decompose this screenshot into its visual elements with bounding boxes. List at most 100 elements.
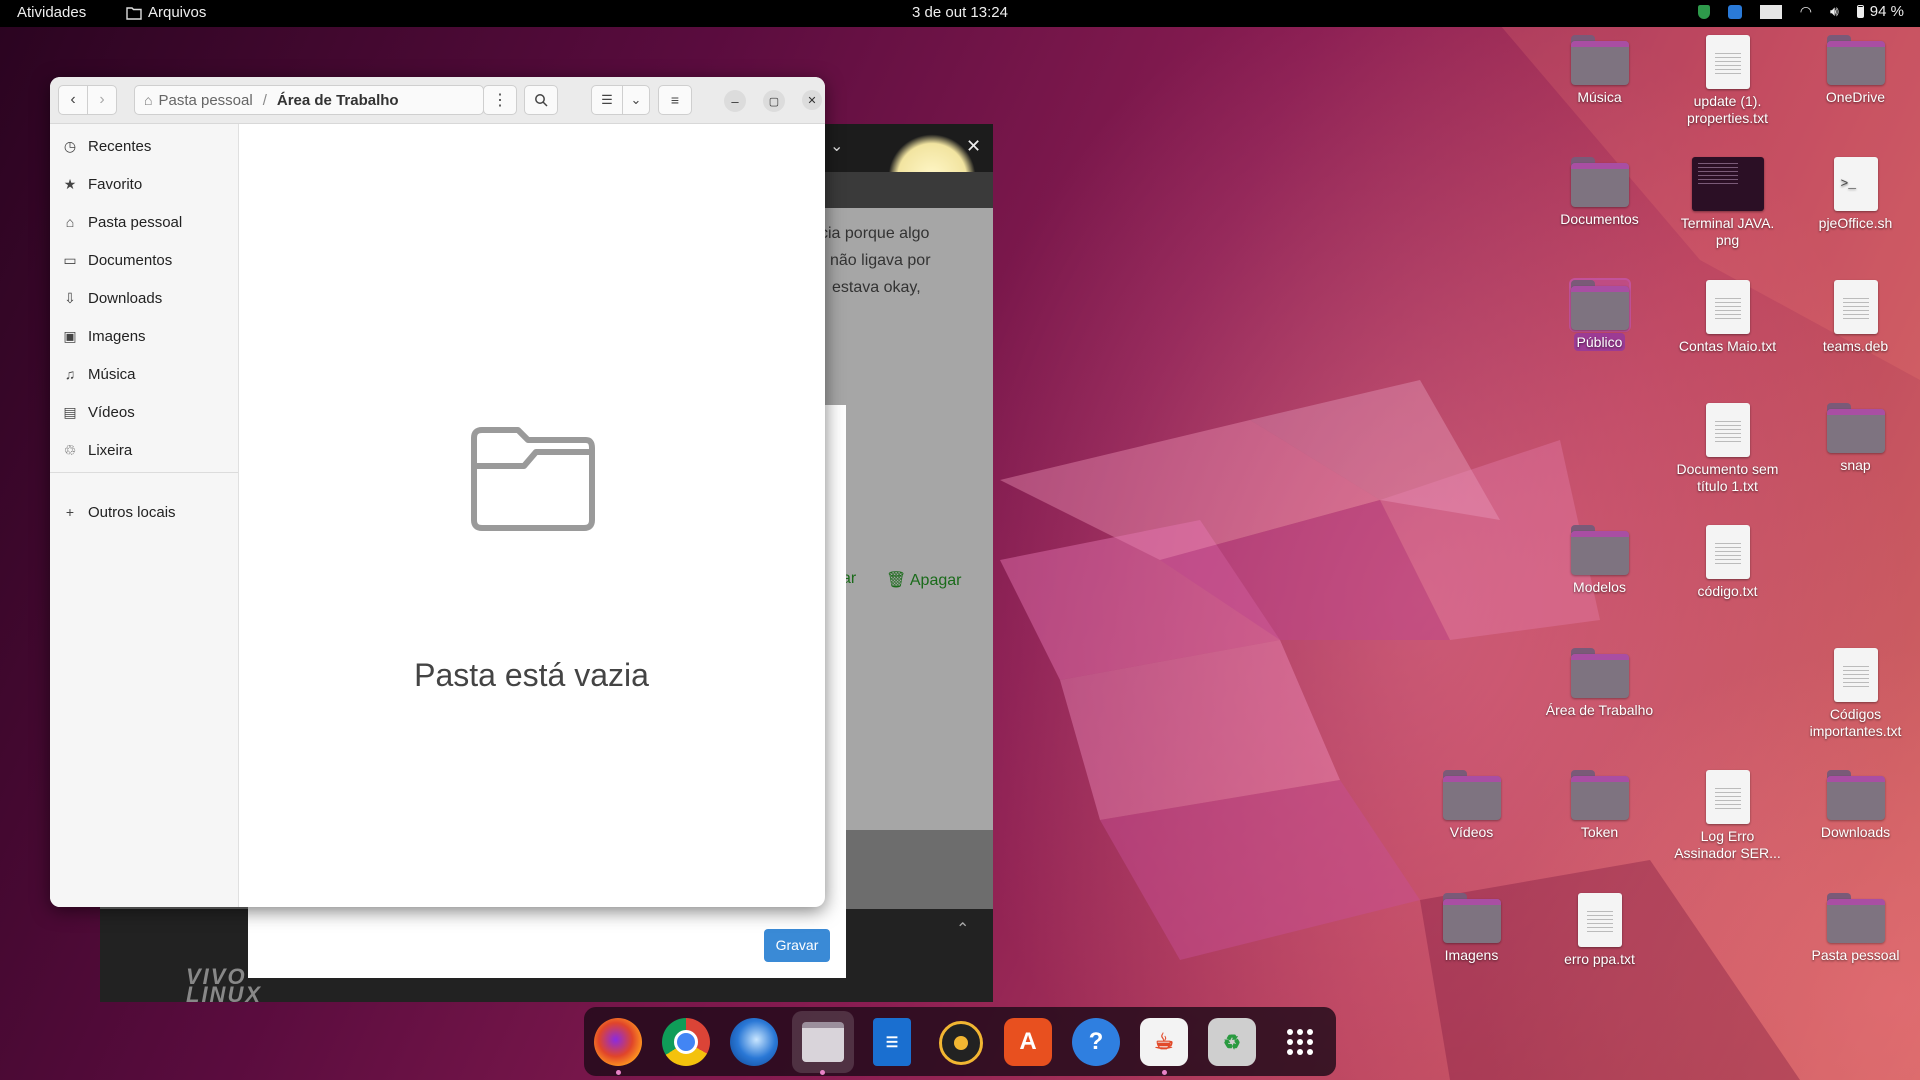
system-tray[interactable]: ◠ 🔊︎ 94 % xyxy=(1697,3,1904,20)
minimize-button[interactable]: – xyxy=(724,90,746,112)
main-menu-button[interactable]: ≡ xyxy=(658,85,692,115)
dock-thunderbird[interactable] xyxy=(730,1018,778,1066)
dock-show-apps[interactable] xyxy=(1276,1018,1324,1066)
desktop-icon[interactable]: Área de Trabalho xyxy=(1537,648,1662,719)
folder-icon xyxy=(1568,278,1631,332)
delete-link[interactable]: 🗑︎ Apagar xyxy=(886,570,961,590)
text-file-icon xyxy=(1705,403,1750,457)
dock-trash[interactable]: ♻︎ xyxy=(1208,1018,1256,1066)
desktop-icon[interactable]: Token xyxy=(1537,770,1662,841)
desktop-icon[interactable]: Música xyxy=(1537,35,1662,106)
save-button[interactable]: Gravar xyxy=(764,929,830,962)
back-button[interactable]: ‹ xyxy=(58,85,88,115)
kebab-menu-icon: ⋮ xyxy=(492,92,508,109)
desktop-icon[interactable]: teams.deb xyxy=(1793,280,1918,355)
sidebar-item-lixeira[interactable]: ♲ Lixeira xyxy=(62,438,132,462)
folder-icon xyxy=(1570,648,1629,698)
sidebar-item-recentes[interactable]: ◷ Recentes xyxy=(62,134,151,158)
sidebar-item-downloads[interactable]: ⇩ Downloads xyxy=(62,286,162,310)
text-file-icon xyxy=(1833,648,1878,702)
maximize-button[interactable]: ▢ xyxy=(763,90,785,112)
path-menu-button[interactable]: ⋮ xyxy=(483,85,517,115)
empty-folder-message: Pasta está vazia xyxy=(414,657,649,693)
desktop-icon[interactable]: Códigos importantes.txt xyxy=(1793,648,1918,740)
battery-level: 94 % xyxy=(1869,3,1904,20)
desktop-icon-label: Terminal JAVA. png xyxy=(1680,215,1775,248)
desktop-icon[interactable]: Documento sem título 1.txt xyxy=(1665,403,1790,495)
sidebar-item-label: Lixeira xyxy=(88,441,133,459)
desktop-icon[interactable]: Pasta pessoal xyxy=(1793,893,1918,964)
empty-folder-icon xyxy=(471,427,595,531)
dock-java[interactable]: ☕︎ xyxy=(1140,1018,1188,1066)
app-indicator-icon[interactable] xyxy=(1727,4,1742,19)
sidebar-item-música[interactable]: ♫ Música xyxy=(62,362,136,386)
desktop-icon[interactable]: erro ppa.txt xyxy=(1537,893,1662,968)
dock-help[interactable]: ? xyxy=(1072,1018,1120,1066)
dock-rhythmbox[interactable] xyxy=(939,1021,983,1065)
sidebar-item-other-locations[interactable]: + Outros locais xyxy=(62,500,176,524)
desktop-icon[interactable]: Documentos xyxy=(1537,157,1662,228)
desktop-icon[interactable]: OneDrive xyxy=(1793,35,1918,106)
keyboard-icon[interactable] xyxy=(1759,4,1782,19)
grid-icon xyxy=(1287,1029,1313,1055)
desktop-icon[interactable]: Público xyxy=(1537,278,1662,351)
desktop-icon[interactable]: update (1). properties.txt xyxy=(1665,35,1790,127)
desktop-icon[interactable]: Vídeos xyxy=(1409,770,1534,841)
desktop-icon-label: erro ppa.txt xyxy=(1564,951,1635,967)
desktop-icon-label: pjeOffice.sh xyxy=(1818,215,1893,231)
desktop-icon[interactable]: código.txt xyxy=(1665,525,1790,600)
folder-icon xyxy=(1570,770,1629,820)
close-button[interactable]: ✕ xyxy=(802,90,822,110)
desktop-icon[interactable]: Contas Maio.txt xyxy=(1665,280,1790,355)
dock-chrome[interactable] xyxy=(662,1018,710,1066)
view-list-button[interactable]: ☰ xyxy=(591,85,623,115)
chevron-down-icon: ⌄ xyxy=(630,92,642,107)
sidebar-item-favorito[interactable]: ★ Favorito xyxy=(62,172,142,196)
desktop-icon-label: Pasta pessoal xyxy=(1811,947,1900,963)
forward-button[interactable]: › xyxy=(87,85,117,115)
sidebar-item-documentos[interactable]: ▭ Documentos xyxy=(62,248,172,272)
chevron-up-icon[interactable]: ⌃ xyxy=(956,919,969,939)
logo-line-2: LINUX xyxy=(186,982,262,1007)
dock-firefox[interactable] xyxy=(594,1018,642,1066)
sidebar-item-imagens[interactable]: ▣ Imagens xyxy=(62,324,146,348)
clock[interactable]: 3 de out 13:24 xyxy=(0,4,1920,21)
desktop-icon[interactable]: snap xyxy=(1793,403,1918,474)
dock-software[interactable]: A xyxy=(1004,1018,1052,1066)
sidebar-item-label: Recentes xyxy=(88,137,152,155)
desktop-icon-label: Vídeos xyxy=(1449,824,1494,840)
hamburger-menu-icon: ≡ xyxy=(670,92,680,108)
volume-icon[interactable]: 🔊︎ xyxy=(1830,3,1839,20)
breadcrumb: ⌂ Pasta pessoal / Área de Trabalho xyxy=(134,85,484,115)
desktop-icon[interactable]: Modelos xyxy=(1537,525,1662,596)
chevron-down-icon[interactable]: ⌄ xyxy=(830,136,843,156)
breadcrumb-current[interactable]: Área de Trabalho xyxy=(277,92,399,109)
sidebar-item-pasta-pessoal[interactable]: ⌂ Pasta pessoal xyxy=(62,210,182,234)
clock-icon: ◷ xyxy=(63,137,77,154)
running-indicator xyxy=(1162,1070,1167,1075)
close-icon[interactable]: ✕ xyxy=(966,136,981,157)
dock-files[interactable] xyxy=(792,1011,854,1073)
sidebar-item-label: Vídeos xyxy=(88,403,135,421)
wifi-icon[interactable]: ◠ xyxy=(1800,3,1812,20)
folder-icon xyxy=(1570,157,1629,207)
dock-writer[interactable]: ☰ xyxy=(873,1018,911,1066)
desktop-icon[interactable]: Log Erro Assinador SER... xyxy=(1665,770,1790,862)
search-button[interactable] xyxy=(524,85,558,115)
view-options-button[interactable]: ⌄ xyxy=(622,85,650,115)
breadcrumb-home[interactable]: Pasta pessoal xyxy=(158,92,252,109)
desktop-icon-label: Música xyxy=(1577,89,1622,105)
trash-icon: 🗑︎ xyxy=(886,572,907,589)
desktop-icon[interactable]: Downloads xyxy=(1793,770,1918,841)
sidebar-item-vídeos[interactable]: ▤ Vídeos xyxy=(62,400,135,424)
desktop-icon[interactable]: >_ pjeOffice.sh xyxy=(1793,157,1918,232)
shield-icon[interactable] xyxy=(1697,4,1710,19)
file-manager-window[interactable]: ‹ › ⌂ Pasta pessoal / Área de Trabalho ⋮… xyxy=(50,77,825,907)
desktop-icon[interactable]: Terminal JAVA. png xyxy=(1665,157,1790,249)
plus-icon: + xyxy=(65,504,75,520)
sidebar-divider xyxy=(50,472,238,473)
desktop-icon[interactable]: Imagens xyxy=(1409,893,1534,964)
sidebar-item-label: Imagens xyxy=(88,327,146,345)
close-icon: ✕ xyxy=(807,94,817,107)
battery-icon[interactable] xyxy=(1856,5,1864,18)
